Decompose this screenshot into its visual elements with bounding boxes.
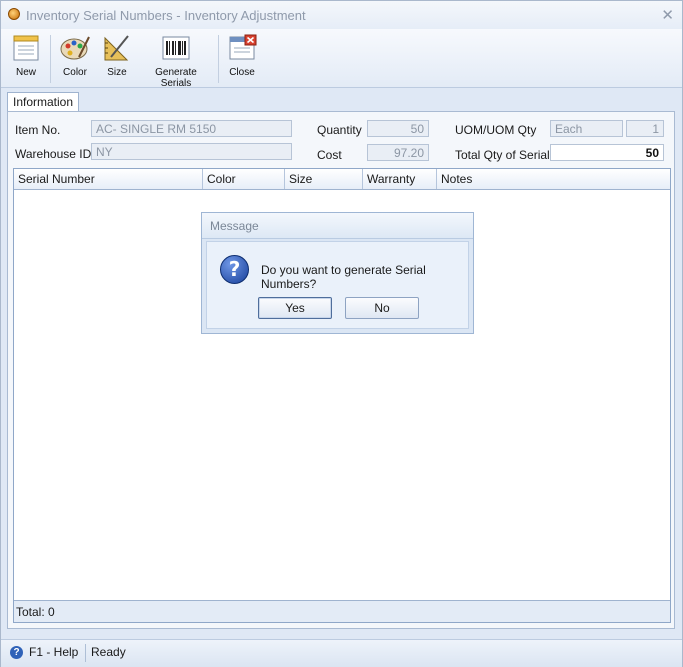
column-serial-number[interactable]: Serial Number [14, 169, 203, 189]
help-icon[interactable]: ? [10, 646, 23, 659]
generate-serials-label: Generate Serials [155, 67, 197, 89]
warehouse-id-label: Warehouse ID [15, 147, 92, 161]
question-icon: ? [220, 255, 249, 284]
generate-serials-button[interactable]: Generate Serials [140, 33, 212, 89]
item-no-field[interactable]: AC- SINGLE RM 5150 [91, 120, 292, 137]
yes-button[interactable]: Yes [258, 297, 332, 319]
warehouse-id-field[interactable]: NY [91, 143, 292, 160]
new-button-label: New [15, 67, 36, 78]
dialog-body: ? Do you want to generate Serial Numbers… [206, 241, 469, 329]
total-qty-label: Total Qty of Serials [455, 148, 556, 162]
close-button-label: Close [229, 67, 255, 78]
window-close-icon[interactable]: ✕ [661, 6, 674, 24]
quantity-field[interactable]: 50 [367, 120, 429, 137]
message-dialog: Message ? Do you want to generate Serial… [201, 212, 474, 334]
size-button[interactable]: Size [100, 33, 134, 85]
new-document-icon [10, 33, 42, 63]
uom-label: UOM/UOM Qty [455, 123, 537, 137]
column-notes[interactable]: Notes [437, 169, 670, 189]
color-button-label: Color [63, 67, 87, 78]
tab-strip: Information [7, 92, 675, 112]
item-no-label: Item No. [15, 123, 61, 137]
tab-information[interactable]: Information [7, 92, 80, 112]
status-separator [85, 644, 86, 662]
title-bar: Inventory Serial Numbers - Inventory Adj… [1, 1, 682, 29]
status-bar: ? F1 - Help Ready [1, 639, 682, 667]
toolbar-separator [218, 35, 219, 83]
app-icon [8, 8, 20, 20]
uom-qty-field[interactable]: 1 [626, 120, 664, 137]
toolbar: New Color Size Generate Serials Close [1, 29, 682, 89]
status-text: Ready [91, 645, 126, 659]
ruler-icon [101, 33, 133, 63]
color-button[interactable]: Color [56, 33, 94, 85]
grid-header: Serial Number Color Size Warranty Notes [14, 169, 670, 190]
total-qty-field[interactable]: 50 [550, 144, 664, 161]
main-window: Inventory Serial Numbers - Inventory Adj… [0, 0, 683, 667]
cost-label: Cost [317, 148, 342, 162]
help-text[interactable]: F1 - Help [29, 645, 78, 659]
quantity-label: Quantity [317, 123, 362, 137]
dialog-message: Do you want to generate Serial Numbers? [261, 263, 426, 291]
palette-icon [59, 33, 91, 63]
size-button-label: Size [107, 67, 127, 78]
dialog-title: Message [202, 213, 473, 239]
column-warranty[interactable]: Warranty [363, 169, 437, 189]
cost-field[interactable]: 97.20 [367, 144, 429, 161]
new-button[interactable]: New [7, 33, 45, 85]
close-window-icon [226, 33, 258, 63]
no-button[interactable]: No [345, 297, 419, 319]
window-title: Inventory Serial Numbers - Inventory Adj… [26, 8, 306, 23]
close-button[interactable]: Close [223, 33, 261, 85]
column-color[interactable]: Color [203, 169, 285, 189]
toolbar-separator [50, 35, 51, 83]
barcode-icon [160, 33, 192, 63]
column-size[interactable]: Size [285, 169, 363, 189]
uom-field[interactable]: Each [550, 120, 623, 137]
grid-footer-total: Total: 0 [14, 600, 670, 622]
